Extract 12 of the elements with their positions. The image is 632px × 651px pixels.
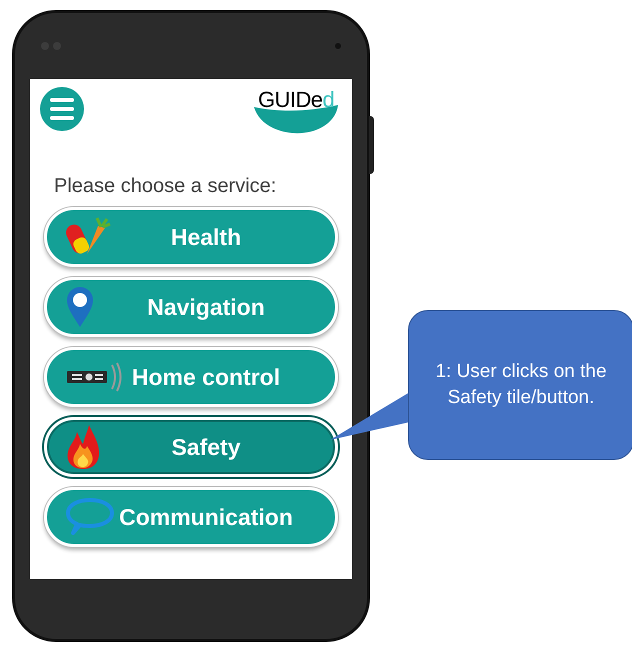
camera-icon: [335, 43, 341, 49]
service-button[interactable]: Navigation: [44, 277, 338, 337]
service-button[interactable]: Safety: [44, 417, 338, 477]
map-pin-icon: [65, 286, 95, 328]
callout-bubble: 1: User clicks on the Safety tile/button.: [408, 310, 632, 460]
flame-icon: [65, 424, 101, 470]
menu-button[interactable]: [40, 87, 84, 131]
prompt-text: Please choose a service:: [54, 174, 278, 199]
service-button[interactable]: Home control: [44, 347, 338, 407]
speech-bubble-icon: [65, 497, 115, 537]
service-button[interactable]: Health: [44, 207, 338, 267]
service-button[interactable]: Communication: [44, 487, 338, 547]
